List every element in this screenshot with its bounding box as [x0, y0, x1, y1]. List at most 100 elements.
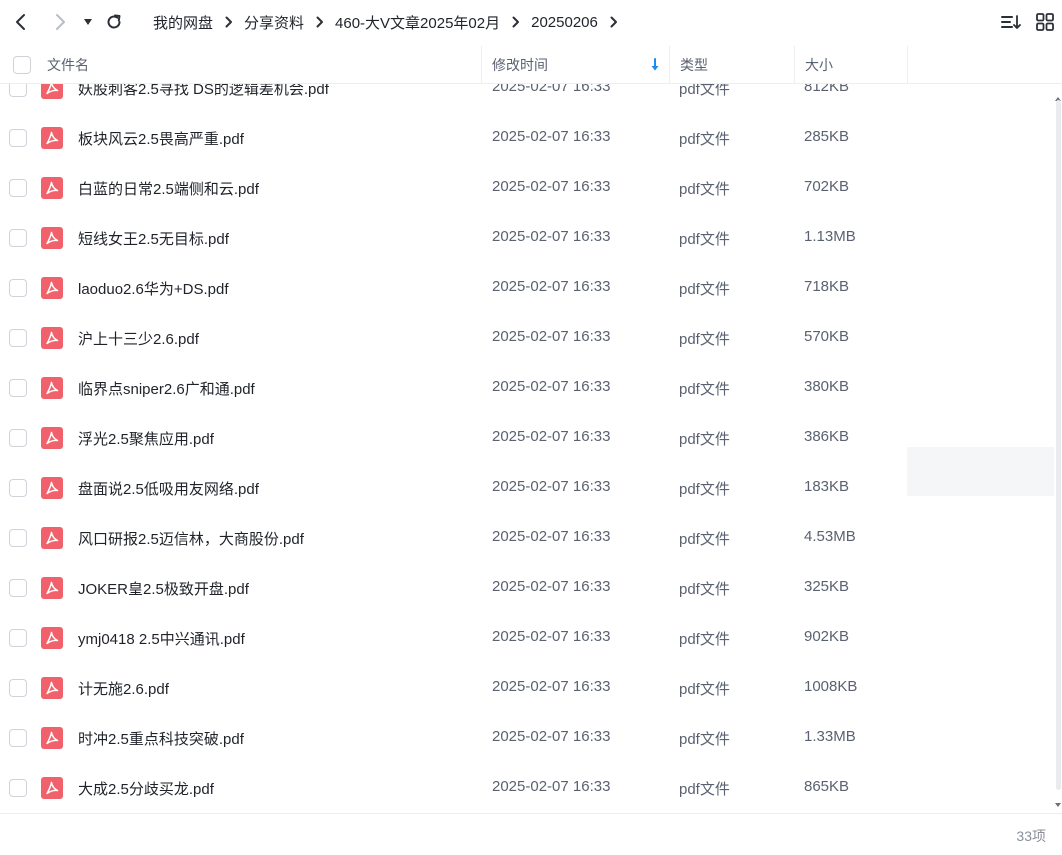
view-mode-button[interactable] [1033, 10, 1057, 34]
file-modified: 2025-02-07 16:33 [492, 278, 611, 295]
file-row[interactable]: 临界点sniper2.6广和通.pdf 2025-02-07 16:33 pdf文件… [0, 363, 1054, 413]
breadcrumb-item[interactable]: 我的网盘 [153, 12, 213, 33]
row-checkbox[interactable] [9, 179, 27, 197]
file-row[interactable]: 风口研报2.5迈信林，大商股份.pdf 2025-02-07 16:33 pdf文件… [0, 513, 1054, 563]
column-modified[interactable]: 修改时间 [492, 46, 548, 84]
row-checkbox[interactable] [9, 84, 27, 97]
file-type: pdf文件 [679, 231, 730, 248]
file-name[interactable]: 风口研报2.5迈信林，大商股份.pdf [78, 528, 304, 549]
forward-button[interactable] [46, 8, 74, 36]
row-checkbox[interactable] [9, 529, 27, 547]
file-modified: 2025-02-07 16:33 [492, 528, 611, 545]
file-name[interactable]: 短线女王2.5无目标.pdf [78, 228, 229, 249]
file-row[interactable]: 沪上十三少2.6.pdf 2025-02-07 16:33 pdf文件 570KB [0, 313, 1054, 363]
select-all-checkbox[interactable] [13, 46, 31, 84]
file-row[interactable]: 妖股刺客2.5寻找 DS的逻辑差机会.pdf 2025-02-07 16:33 pd… [0, 84, 1054, 113]
column-name[interactable]: 文件名 [47, 46, 89, 84]
file-row[interactable]: 短线女王2.5无目标.pdf 2025-02-07 16:33 pdf文件 1.13M… [0, 213, 1054, 263]
row-checkbox[interactable] [9, 679, 27, 697]
file-row[interactable]: 浮光2.5聚焦应用.pdf 2025-02-07 16:33 pdf文件 386KB [0, 413, 1054, 463]
file-name[interactable]: 白蓝的日常2.5端侧和云.pdf [78, 178, 259, 199]
file-name[interactable]: 浮光2.5聚焦应用.pdf [78, 428, 214, 449]
file-type: pdf文件 [679, 631, 730, 648]
file-name[interactable]: 时冲2.5重点科技突破.pdf [78, 728, 244, 749]
file-name[interactable]: 大成2.5分歧买龙.pdf [78, 778, 214, 799]
pdf-file-icon [41, 427, 63, 449]
item-count: 33项 [1016, 828, 1046, 844]
breadcrumb-chevron-icon [316, 16, 324, 28]
row-checkbox[interactable] [9, 629, 27, 647]
pdf-file-icon [41, 377, 63, 399]
pdf-file-icon [41, 227, 63, 249]
refresh-button[interactable] [100, 8, 128, 36]
file-row[interactable]: 计无施2.6.pdf 2025-02-07 16:33 pdf文件 1008KB [0, 663, 1054, 713]
breadcrumb-chevron-icon [225, 16, 233, 28]
breadcrumb: 我的网盘 分享资料 460-大V文章2025年02月 20250206 [153, 0, 629, 44]
file-name[interactable]: 临界点sniper2.6广和通.pdf [78, 378, 255, 399]
column-header: 文件名 修改时间 类型 大小 [0, 46, 1062, 84]
sort-button[interactable] [999, 10, 1023, 34]
file-row[interactable]: 时冲2.5重点科技突破.pdf 2025-02-07 16:33 pdf文件 1.33… [0, 713, 1054, 763]
file-row[interactable]: 大成2.5分歧买龙.pdf 2025-02-07 16:33 pdf文件 865KB [0, 763, 1054, 812]
scrollbar-thumb[interactable] [1056, 100, 1061, 790]
status-bar: 33项 [0, 813, 1062, 855]
file-row[interactable]: JOKER皇2.5极致开盘.pdf 2025-02-07 16:33 pdf文件 32… [0, 563, 1054, 613]
sort-desc-arrow-icon[interactable] [650, 46, 660, 84]
column-divider[interactable] [481, 46, 482, 84]
file-size: 183KB [804, 478, 850, 495]
breadcrumb-item[interactable]: 460-大V文章2025年02月 [335, 12, 500, 33]
file-name[interactable]: laoduo2.6华为+DS.pdf [78, 278, 229, 299]
row-checkbox[interactable] [9, 379, 27, 397]
breadcrumb-chevron-icon [512, 16, 520, 28]
file-type: pdf文件 [679, 481, 730, 498]
row-checkbox[interactable] [9, 279, 27, 297]
pdf-file-icon [41, 677, 63, 699]
file-name[interactable]: 计无施2.6.pdf [78, 678, 169, 699]
refresh-icon [107, 14, 121, 29]
file-row[interactable]: 盘面说2.5低吸用友网络.pdf 2025-02-07 16:33 pdf文件 183… [0, 463, 1054, 513]
file-name[interactable]: ymj0418 2.5中兴通讯.pdf [78, 628, 245, 649]
file-modified: 2025-02-07 16:33 [492, 578, 611, 595]
file-type: pdf文件 [679, 731, 730, 748]
back-button[interactable] [7, 8, 35, 36]
row-checkbox[interactable] [9, 479, 27, 497]
file-modified: 2025-02-07 16:33 [492, 128, 611, 145]
scroll-down-arrow-icon[interactable] [1054, 796, 1062, 807]
row-checkbox[interactable] [9, 779, 27, 797]
file-row[interactable]: 白蓝的日常2.5端侧和云.pdf 2025-02-07 16:33 pdf文件 702… [0, 163, 1054, 213]
scroll-up-arrow-icon[interactable] [1054, 90, 1062, 101]
column-divider[interactable] [669, 46, 670, 84]
pdf-file-icon [41, 277, 63, 299]
file-name[interactable]: 盘面说2.5低吸用友网络.pdf [78, 478, 259, 499]
row-checkbox[interactable] [9, 129, 27, 147]
file-modified: 2025-02-07 16:33 [492, 84, 611, 95]
column-type[interactable]: 类型 [680, 46, 708, 84]
file-modified: 2025-02-07 16:33 [492, 328, 611, 345]
file-row[interactable]: laoduo2.6华为+DS.pdf 2025-02-07 16:33 pdf文件 7… [0, 263, 1054, 313]
row-checkbox[interactable] [9, 329, 27, 347]
row-checkbox[interactable] [9, 229, 27, 247]
column-divider[interactable] [907, 46, 908, 84]
file-row[interactable]: ymj0418 2.5中兴通讯.pdf 2025-02-07 16:33 pdf文件… [0, 613, 1054, 663]
file-name[interactable]: 沪上十三少2.6.pdf [78, 328, 199, 349]
file-modified: 2025-02-07 16:33 [492, 778, 611, 795]
file-row[interactable]: 板块风云2.5畏高严重.pdf 2025-02-07 16:33 pdf文件 285K… [0, 113, 1054, 163]
column-divider[interactable] [794, 46, 795, 84]
file-modified: 2025-02-07 16:33 [492, 678, 611, 695]
breadcrumb-item[interactable]: 分享资料 [244, 12, 304, 33]
file-name[interactable]: JOKER皇2.5极致开盘.pdf [78, 578, 249, 599]
file-type: pdf文件 [679, 681, 730, 698]
history-dropdown-button[interactable] [74, 8, 102, 36]
breadcrumb-item-current[interactable]: 20250206 [531, 14, 598, 31]
file-size: 812KB [804, 84, 850, 95]
file-name[interactable]: 板块风云2.5畏高严重.pdf [78, 128, 244, 149]
file-modified: 2025-02-07 16:33 [492, 228, 611, 245]
row-checkbox[interactable] [9, 579, 27, 597]
file-name[interactable]: 妖股刺客2.5寻找 DS的逻辑差机会.pdf [78, 84, 329, 99]
row-checkbox[interactable] [9, 729, 27, 747]
column-size[interactable]: 大小 [805, 46, 833, 84]
breadcrumb-chevron-icon[interactable] [610, 16, 618, 28]
file-modified: 2025-02-07 16:33 [492, 178, 611, 195]
row-checkbox[interactable] [9, 429, 27, 447]
file-size: 386KB [804, 428, 850, 445]
